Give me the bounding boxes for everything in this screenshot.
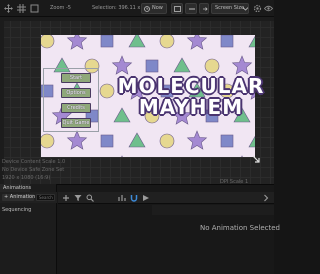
zoom-level: Zoom -5: [50, 5, 71, 11]
pattern-star-37: [186, 130, 208, 150]
resize-handle-icon[interactable]: [252, 155, 260, 163]
pattern-triangle-35: [128, 132, 146, 148]
pattern-circle-32: [41, 133, 55, 149]
chevron-down-icon: [243, 7, 248, 11]
snap-icon[interactable]: [118, 194, 126, 202]
pattern-square-6: [220, 35, 234, 48]
filter-icon[interactable]: [74, 194, 82, 202]
quit-game-button[interactable]: Quit Game: [61, 118, 91, 128]
fill-screen-icon: [174, 6, 181, 12]
pattern-triangle-3: [128, 35, 146, 48]
pattern-star-1: [66, 35, 88, 50]
pattern-square-38: [220, 134, 234, 148]
grid-snap-icon[interactable]: [17, 4, 26, 13]
pattern-star-42: [121, 155, 123, 157]
visibility-icon[interactable]: [264, 4, 273, 13]
animation-search-input[interactable]: Search: [36, 194, 55, 201]
timeline-toolbar: [58, 192, 274, 204]
settings-icon[interactable]: [253, 4, 262, 13]
add-track-icon[interactable]: [62, 194, 70, 202]
pattern-triangle-39: [248, 135, 255, 148]
now-label: Now: [152, 5, 163, 11]
horizontal-ruler: [0, 17, 274, 21]
pattern-star-10: [111, 55, 133, 75]
timeline-ruler[interactable]: [152, 205, 274, 215]
clock-icon: [144, 6, 150, 12]
pattern-triangle-12: [173, 57, 191, 73]
game-title-line-2: MAYHEM: [138, 95, 244, 119]
pattern-star-14: [231, 55, 253, 75]
no-animation-message: No Animation Selected: [200, 224, 281, 232]
pattern-circle-13: [204, 58, 220, 74]
device-content-scale: Device Content Scale 1.0: [2, 159, 66, 165]
pattern-star-5: [186, 35, 208, 50]
magnet-icon[interactable]: [130, 194, 138, 202]
pattern-square-34: [100, 134, 114, 148]
designer-toolbar: Zoom -5 Selection: 396.11 x 539.82 Now S…: [0, 0, 274, 17]
add-animation-button[interactable]: + Animation: [2, 194, 35, 201]
chevron-right-icon[interactable]: [262, 194, 270, 202]
pattern-star-46: [241, 155, 243, 157]
resolution-info: 1920 x 1080 (16:9): [2, 175, 51, 181]
pattern-star-33: [66, 130, 88, 150]
screen-size-dropdown[interactable]: Screen Size: [211, 3, 249, 14]
dash-icon: [189, 8, 195, 10]
pattern-triangle-7: [248, 35, 255, 48]
safe-zone-info: No Device Safe Zone Set: [2, 167, 65, 173]
options-button[interactable]: Options: [61, 88, 91, 98]
pattern-circle-0: [41, 35, 55, 49]
screen-size-label: Screen Size: [215, 5, 245, 11]
credits-button[interactable]: Credits: [61, 103, 91, 113]
tab-animations[interactable]: Animations: [0, 184, 31, 192]
flow-direction-button[interactable]: [199, 3, 209, 14]
grid-size-icon[interactable]: [30, 4, 39, 13]
search-icon[interactable]: [86, 194, 94, 202]
desired-size-button[interactable]: [185, 3, 197, 14]
arrow-icon: [203, 7, 208, 11]
pattern-circle-36: [159, 133, 175, 149]
pattern-square-2: [100, 35, 114, 48]
fill-screen-button[interactable]: [171, 3, 183, 14]
pattern-square-11: [145, 59, 159, 73]
now-button[interactable]: Now: [141, 3, 167, 14]
play-range-icon[interactable]: [142, 194, 150, 202]
move-tool-icon[interactable]: [4, 4, 13, 13]
pattern-circle-4: [159, 35, 175, 49]
start-button[interactable]: Start: [61, 73, 91, 83]
animation-list-item[interactable]: Sequencing: [0, 206, 57, 214]
